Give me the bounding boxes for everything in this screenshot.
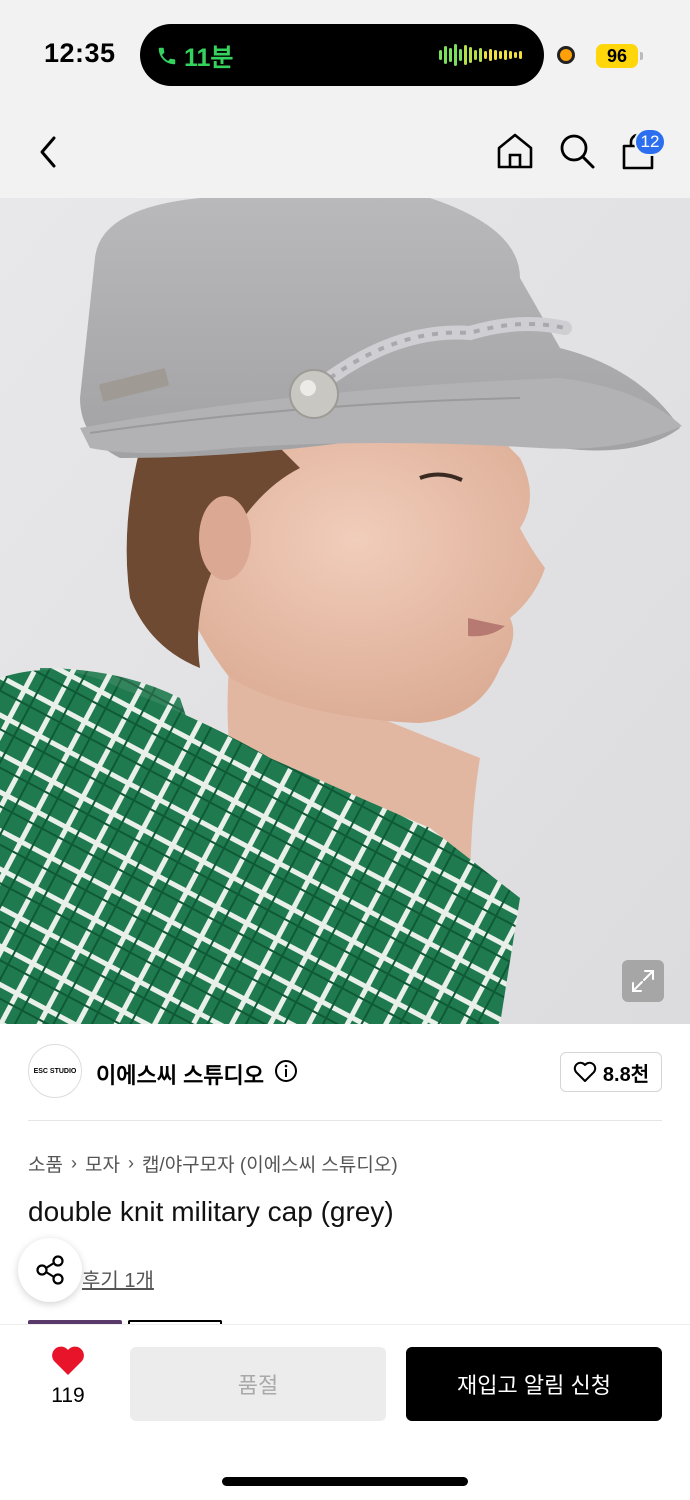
expand-icon (632, 970, 654, 992)
breadcrumb-item[interactable]: 캡/야구모자 (이에스씨 스튜디오) (142, 1150, 398, 1177)
heart-outline-icon (573, 1061, 597, 1082)
recording-dot-icon (557, 46, 575, 64)
brand-name[interactable]: 이에스씨 스튜디오 (96, 1058, 264, 1090)
audio-wave-icon (439, 43, 522, 67)
call-indicator: 11분 (156, 38, 233, 74)
restock-alert-button[interactable]: 재입고 알림 신청 (406, 1347, 662, 1421)
expand-image-button[interactable] (622, 960, 664, 1002)
divider (28, 1120, 662, 1121)
brand-logo[interactable]: ESC STUDIO (28, 1044, 82, 1098)
breadcrumb-item[interactable]: 모자 (85, 1150, 120, 1177)
product-photo-illustration (0, 198, 690, 1024)
search-icon[interactable] (556, 130, 598, 172)
review-link[interactable]: 후기 1개 (82, 1264, 154, 1293)
breadcrumb-item[interactable]: 소품 (28, 1150, 63, 1177)
share-icon (36, 1255, 64, 1285)
share-button[interactable] (18, 1238, 82, 1302)
status-time: 12:35 (44, 38, 116, 68)
breadcrumb: 소품 › 모자 › 캡/야구모자 (이에스씨 스튜디오) (28, 1150, 398, 1177)
dynamic-island[interactable]: 11분 (140, 24, 544, 86)
chevron-right-icon: › (127, 1153, 134, 1173)
home-icon[interactable] (494, 130, 536, 172)
restock-label: 재입고 알림 신청 (457, 1373, 611, 1398)
battery-level: 96 (606, 45, 628, 66)
product-image[interactable] (0, 198, 690, 1024)
brand-like-count: 8.8천 (602, 1063, 650, 1086)
chevron-right-icon: › (70, 1153, 77, 1173)
brand-row: ESC STUDIO 이에스씨 스튜디오 8.8천 (0, 1024, 690, 1120)
brand-like-button[interactable]: 8.8천 (560, 1052, 662, 1092)
back-chevron-icon[interactable] (30, 130, 70, 174)
status-bar: 12:35 11분 96 (0, 0, 690, 110)
wishlist-button[interactable]: 119 (30, 1345, 106, 1408)
soldout-button: 품절 (130, 1347, 386, 1421)
heart-filled-icon (52, 1346, 84, 1375)
battery-icon: 96 (596, 44, 643, 68)
product-title: double knit military cap (grey) (28, 1196, 394, 1227)
brand-logo-text: ESC STUDIO (33, 1067, 77, 1075)
cart-count-badge: 12 (634, 128, 666, 156)
phone-icon (158, 47, 176, 65)
cart-count: 12 (640, 132, 660, 151)
bottom-action-bar: 119 품절 재입고 알림 신청 (0, 1324, 690, 1500)
wishlist-count: 119 (51, 1384, 85, 1407)
soldout-label: 품절 (237, 1373, 279, 1398)
call-duration: 11분 (184, 44, 234, 72)
home-indicator (222, 1477, 468, 1486)
top-nav (0, 110, 690, 198)
info-icon[interactable] (274, 1059, 298, 1083)
